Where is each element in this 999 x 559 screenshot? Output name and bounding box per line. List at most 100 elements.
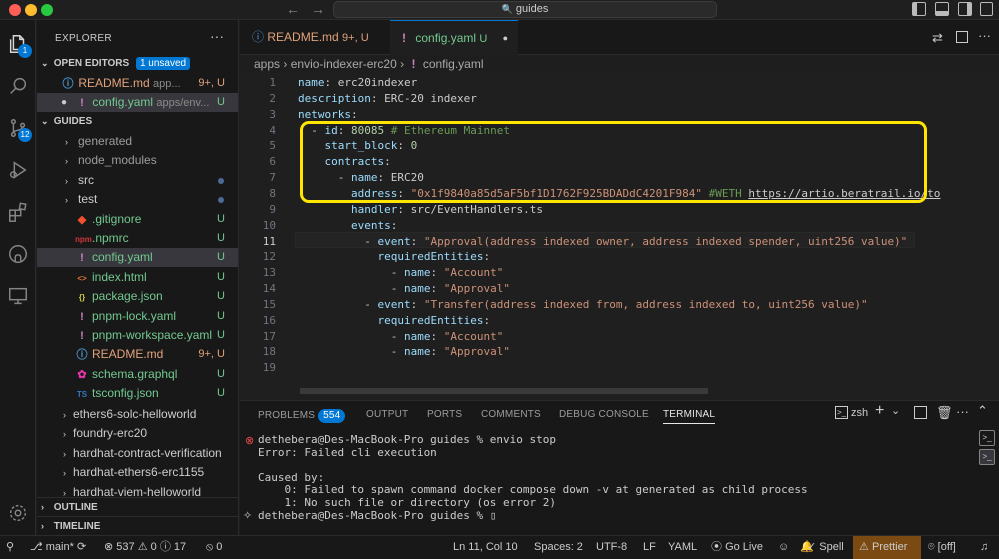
outline-section[interactable]: › OUTLINE — [37, 497, 238, 516]
maximize-window-button[interactable] — [41, 4, 53, 16]
tab-problems[interactable]: PROBLEMS 554 — [258, 409, 346, 423]
toggle-primary-sidebar-icon[interactable] — [912, 2, 926, 16]
breadcrumb-file[interactable]: config.yaml — [423, 57, 484, 71]
tab-ports[interactable]: PORTS — [427, 409, 462, 420]
timeline-section[interactable]: › TIMELINE — [37, 516, 238, 535]
tab-terminal[interactable]: TERMINAL — [663, 409, 716, 424]
split-editor-icon[interactable] — [956, 31, 968, 43]
prettier-button[interactable]: ⚠ Prettier — [853, 536, 921, 559]
open-editor-config[interactable]: ● ! config.yaml apps/env... U — [37, 93, 238, 112]
close-window-button[interactable] — [9, 4, 21, 16]
terminal-instance-icon[interactable]: >_ — [979, 449, 995, 465]
run-debug-icon[interactable] — [6, 158, 30, 182]
code-line: networks: — [298, 108, 358, 121]
tree-item[interactable]: {} package.json U — [37, 287, 238, 306]
unsaved-dot-icon[interactable]: ● — [503, 21, 508, 56]
tab-config[interactable]: ! config.yaml U ● — [390, 20, 518, 55]
horizontal-scrollbar[interactable] — [300, 388, 708, 394]
chevron-right-icon: › — [41, 521, 44, 531]
github-icon[interactable] — [6, 242, 30, 266]
tab-output[interactable]: OUTPUT — [366, 409, 408, 420]
open-editor-readme[interactable]: ⓘ README.md app... 9+, U — [37, 74, 238, 93]
minimize-window-button[interactable] — [25, 4, 37, 16]
git-branch[interactable]: ⎇ main* ⟳ — [30, 536, 86, 558]
open-editor-path: app... — [153, 78, 181, 90]
language-mode[interactable]: YAML — [668, 536, 697, 558]
tab-debug-console[interactable]: DEBUG CONSOLE — [559, 409, 649, 420]
trash-icon[interactable]: 🗑 — [936, 405, 953, 421]
code-token: "Transfer(address indexed from, address … — [423, 297, 868, 311]
ports-status[interactable]: ⦸ 0 — [206, 536, 222, 558]
tab-comments[interactable]: COMMENTS — [481, 409, 541, 420]
tree-item[interactable]: ✿ schema.graphql U — [37, 365, 238, 384]
breadcrumb-folder[interactable]: envio-indexer-erc20 — [291, 57, 397, 71]
tree-item[interactable]: › node_modules — [37, 151, 238, 170]
extensions-icon[interactable] — [6, 200, 30, 224]
tree-item[interactable]: › src — [37, 171, 238, 190]
tree-item-label: pnpm-lock.yaml — [92, 308, 177, 323]
problems-status[interactable]: ⊗ 537 ⚠ 0 ⓘ 17 — [104, 536, 186, 558]
chevron-down-icon[interactable]: ⌄ — [891, 404, 900, 417]
tree-item[interactable]: <> index.html U — [37, 268, 238, 287]
line-number: 5 — [269, 139, 276, 153]
tree-item[interactable]: npm.npmrc U — [37, 229, 238, 248]
tab-readme[interactable]: ⓘ README.md 9+, U — [240, 20, 390, 55]
tree-item[interactable]: ! config.yaml U — [37, 248, 238, 268]
remote-explorer-icon[interactable] — [6, 284, 30, 308]
more-actions-icon[interactable]: ··· — [210, 28, 224, 44]
more-actions-icon[interactable]: ··· — [956, 404, 969, 419]
tree-item[interactable]: ! pnpm-lock.yaml U — [37, 307, 238, 326]
terminal-instance-icon[interactable]: >_ — [979, 430, 995, 446]
copilot-icon[interactable]: ☺ — [778, 536, 789, 558]
code-token: event — [377, 297, 411, 311]
tree-item[interactable]: ◆ .gitignore U — [37, 210, 238, 229]
guides-section[interactable]: ⌄ GUIDES — [37, 112, 238, 131]
manage-gear-icon[interactable] — [6, 501, 30, 525]
breadcrumb-apps[interactable]: apps — [254, 57, 280, 71]
tree-item[interactable]: ⓘ README.md 9+, U — [37, 345, 238, 364]
off-indicator[interactable]: ⌾ [off] — [928, 536, 956, 558]
end-of-line[interactable]: LF — [643, 536, 656, 558]
antenna-icon: ⌾ — [928, 541, 935, 553]
maximize-panel-icon[interactable]: ⌃ — [977, 403, 988, 419]
code-token: : ERC-20 indexer — [370, 91, 477, 105]
go-live-label: Go Live — [725, 541, 763, 553]
code-token: : — [430, 282, 444, 296]
breadcrumb-separator: › — [283, 57, 288, 71]
toggle-secondary-sidebar-icon[interactable] — [958, 2, 972, 16]
cursor-position[interactable]: Ln 11, Col 10 — [453, 536, 518, 558]
tree-item[interactable]: › test — [37, 190, 238, 209]
bell-icon[interactable]: ♫ — [980, 536, 988, 558]
encoding[interactable]: UTF-8 — [596, 536, 627, 558]
search-icon[interactable] — [6, 74, 30, 98]
compare-changes-icon[interactable]: ⇄ — [932, 30, 943, 46]
project-folder[interactable]: › ethers6-solc-helloworld — [37, 405, 238, 424]
more-actions-icon[interactable]: ··· — [978, 28, 991, 43]
branch-name: main* — [45, 541, 74, 553]
explorer-icon[interactable]: 1 — [6, 32, 32, 58]
command-center-search[interactable]: 🔍 guides — [333, 1, 717, 18]
new-terminal-icon[interactable]: + — [875, 402, 884, 420]
tree-item[interactable]: › generated — [37, 132, 238, 151]
editor-tabs: ⓘ README.md 9+, U ! config.yaml U ● ⇄ ··… — [240, 20, 999, 55]
source-control-icon[interactable]: 12 — [6, 116, 32, 142]
line-number: 1 — [269, 76, 276, 89]
spell-button[interactable]: ✓ Spell — [807, 536, 844, 558]
project-folder[interactable]: › hardhat-ethers6-erc1155 — [37, 463, 238, 482]
split-terminal-icon[interactable] — [914, 406, 927, 419]
go-live-button[interactable]: ⦿ Go Live — [711, 536, 763, 558]
indentation[interactable]: Spaces: 2 — [534, 536, 583, 558]
code-token: - — [298, 282, 404, 296]
project-folder[interactable]: › foundry-erc20 — [37, 424, 238, 443]
open-editors-section[interactable]: ⌄ OPEN EDITORS 1 unsaved — [37, 54, 238, 73]
back-arrow-icon[interactable]: ← — [286, 0, 300, 18]
toggle-panel-icon[interactable] — [935, 2, 949, 16]
tree-item[interactable]: ! pnpm-workspace.yaml U — [37, 326, 238, 345]
tree-item[interactable]: TS tsconfig.json U — [37, 384, 238, 403]
forward-arrow-icon[interactable]: → — [311, 0, 325, 18]
remote-indicator-icon[interactable]: ⚲ — [6, 536, 14, 558]
customize-layout-icon[interactable] — [980, 2, 993, 16]
project-folder-label: ethers6-solc-helloworld — [73, 407, 197, 421]
shell-name[interactable]: zsh — [851, 407, 868, 419]
project-folder[interactable]: › hardhat-contract-verification — [37, 444, 238, 463]
